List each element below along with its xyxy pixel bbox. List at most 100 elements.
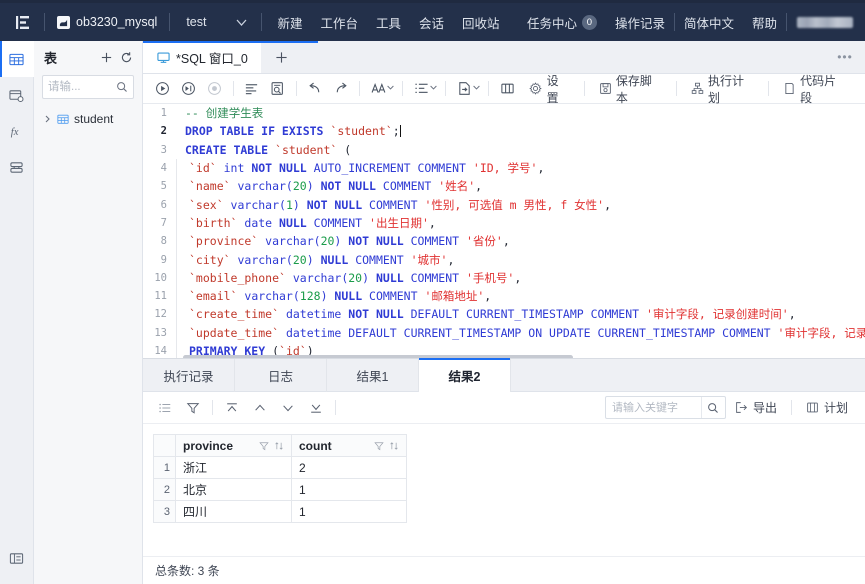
operation-log-button[interactable]: 操作记录 [606, 2, 674, 43]
chevron-down-icon[interactable] [473, 85, 480, 92]
code-token: '城市' [411, 253, 448, 267]
import-control[interactable] [451, 76, 483, 102]
search-icon[interactable] [701, 397, 725, 418]
plan-button[interactable]: 计划 [797, 395, 857, 421]
sort-icon[interactable] [274, 441, 284, 451]
code-token: `sex` [189, 198, 224, 212]
table-cell[interactable]: 浙江 [176, 457, 292, 479]
tab-execution-record[interactable]: 执行记录 [143, 359, 235, 392]
save-icon [598, 82, 611, 96]
prev-row-button[interactable] [246, 395, 274, 421]
tab-log[interactable]: 日志 [235, 359, 327, 392]
results-search-input[interactable] [606, 397, 701, 418]
divider [445, 81, 446, 96]
find-replace-button[interactable] [265, 76, 291, 102]
explain-plan-button[interactable]: 执行计划 [682, 76, 763, 102]
rail-item-views[interactable] [0, 77, 34, 113]
tab-label: *SQL 窗口_0 [176, 48, 248, 67]
chevron-down-icon[interactable] [222, 19, 261, 26]
code-token: '手机号' [466, 271, 514, 285]
chevron-down-icon[interactable] [430, 85, 437, 92]
last-row-button[interactable] [302, 395, 330, 421]
tab-result-1[interactable]: 结果1 [327, 359, 419, 392]
code-token: ) [334, 234, 348, 248]
funnel-icon[interactable] [374, 441, 384, 451]
indent-control[interactable] [408, 76, 440, 102]
chevron-down-icon[interactable] [387, 85, 394, 92]
undo-button[interactable] [302, 76, 328, 102]
font-size-control[interactable] [365, 76, 397, 102]
editor-tab-bar: *SQL 窗口_0 ••• [143, 41, 865, 74]
code-token: COMMENT [314, 216, 369, 230]
task-center-button[interactable]: 任务中心 0 [518, 2, 606, 43]
code-line: 1-- 创建学生表 [143, 104, 865, 122]
tab-sql-window-0[interactable]: *SQL 窗口_0 [143, 41, 261, 73]
user-account-redacted[interactable] [797, 17, 853, 28]
settings-button[interactable]: 设置 [520, 76, 578, 102]
divider [402, 81, 403, 96]
column-mode-button[interactable] [151, 395, 179, 421]
export-button[interactable]: 导出 [726, 395, 786, 421]
menu-session[interactable]: 会话 [410, 2, 453, 43]
line-number: 1 [143, 107, 176, 119]
code-token: varchar( [231, 179, 293, 193]
menu-tools[interactable]: 工具 [367, 2, 410, 43]
database-selector[interactable]: ob3230_mysql [45, 15, 169, 29]
refresh-icon[interactable] [118, 49, 134, 65]
code-token: ; [393, 124, 400, 138]
tab-result-2[interactable]: 结果2 [419, 359, 511, 392]
code-token: CREATE TABLE [185, 143, 275, 157]
menu-new[interactable]: 新建 [268, 2, 311, 43]
line-number: 4 [143, 162, 176, 174]
code-text: `city` varchar(20) NULL COMMENT '城市', [183, 252, 454, 268]
snippet-button[interactable]: 代码片段 [774, 76, 855, 102]
row-number: 2 [154, 479, 176, 501]
rail-item-panel-toggle[interactable] [0, 540, 34, 576]
code-text: DROP TABLE IF EXISTS `student`; [183, 124, 401, 138]
table-cell[interactable]: 四川 [176, 501, 292, 523]
rail-item-tables[interactable] [0, 41, 34, 77]
split-layout-button[interactable] [494, 76, 520, 102]
results-search[interactable] [605, 396, 726, 419]
save-script-button[interactable]: 保存脚本 [589, 76, 670, 102]
column-header-province[interactable]: province [176, 435, 292, 457]
app-logo-icon[interactable] [0, 15, 44, 30]
funnel-icon[interactable] [259, 441, 269, 451]
table-row[interactable]: 3四川1 [154, 501, 407, 523]
run-button[interactable] [149, 76, 175, 102]
table-cell[interactable]: 北京 [176, 479, 292, 501]
search-icon[interactable] [111, 81, 133, 93]
menu-recycle-bin[interactable]: 回收站 [453, 2, 509, 43]
sidebar-search[interactable] [42, 75, 134, 99]
table-cell[interactable]: 1 [292, 501, 407, 523]
code-token: , [789, 307, 796, 321]
search-input[interactable] [43, 76, 111, 98]
language-switch[interactable]: 简体中文 [675, 2, 743, 43]
rail-item-sequences[interactable] [0, 149, 34, 185]
format-button[interactable] [239, 76, 265, 102]
table-cell[interactable]: 2 [292, 457, 407, 479]
add-tab-button[interactable] [261, 41, 303, 73]
code-token: ) [307, 253, 321, 267]
next-row-button[interactable] [274, 395, 302, 421]
sort-icon[interactable] [389, 441, 399, 451]
sql-code-editor[interactable]: 1-- 创建学生表2DROP TABLE IF EXISTS `student`… [143, 104, 865, 361]
menu-workbench[interactable]: 工作台 [311, 2, 367, 43]
rail-item-functions[interactable]: fx [0, 113, 34, 149]
table-cell[interactable]: 1 [292, 479, 407, 501]
first-row-button[interactable] [218, 395, 246, 421]
redo-button[interactable] [328, 76, 354, 102]
run-current-button[interactable] [175, 76, 201, 102]
chevron-right-icon[interactable] [42, 115, 52, 123]
plus-icon[interactable] [98, 49, 114, 65]
ellipsis-icon[interactable]: ••• [825, 41, 865, 73]
column-header-count[interactable]: count [292, 435, 407, 457]
filter-button[interactable] [179, 395, 207, 421]
help-button[interactable]: 帮助 [743, 2, 786, 43]
schema-selector[interactable]: test [170, 15, 222, 29]
table-row[interactable]: 1浙江2 [154, 457, 407, 479]
divider [488, 81, 489, 96]
indent-guide [176, 269, 177, 287]
tree-item-student[interactable]: student [34, 108, 142, 130]
table-row[interactable]: 2北京1 [154, 479, 407, 501]
